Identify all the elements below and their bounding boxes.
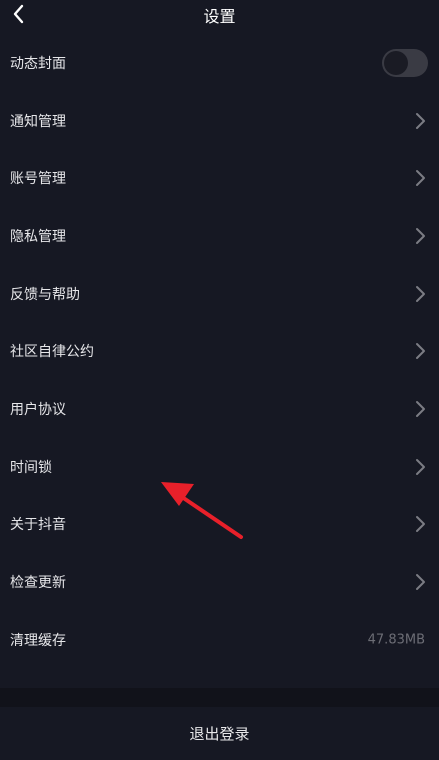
- logout-button[interactable]: 退出登录: [0, 707, 439, 760]
- setting-clear-cache[interactable]: 清理缓存 47.83MB: [0, 611, 439, 669]
- page-title: 设置: [203, 7, 236, 26]
- section-divider: [0, 688, 439, 707]
- setting-label: 社区自律公约: [10, 344, 94, 361]
- setting-label: 隐私管理: [10, 228, 66, 245]
- dynamic-cover-toggle[interactable]: [382, 48, 428, 77]
- setting-user-agreement[interactable]: 用户协议: [0, 380, 439, 438]
- setting-notification-management[interactable]: 通知管理: [0, 92, 439, 150]
- setting-time-lock[interactable]: 时间锁: [0, 438, 439, 496]
- chevron-right-icon: [416, 458, 425, 475]
- chevron-right-icon: [416, 285, 425, 302]
- toggle-knob: [384, 50, 408, 75]
- chevron-right-icon: [416, 227, 425, 244]
- setting-account-management[interactable]: 账号管理: [0, 149, 439, 207]
- setting-label: 反馈与帮助: [10, 286, 80, 303]
- setting-feedback-help[interactable]: 反馈与帮助: [0, 265, 439, 323]
- setting-check-update[interactable]: 检查更新: [0, 553, 439, 611]
- setting-label: 检查更新: [10, 575, 66, 592]
- chevron-right-icon: [416, 574, 425, 591]
- settings-list: 动态封面 通知管理 账号管理 隐私管理 反馈与帮助 社区自律公约 用户协议 时间…: [0, 34, 439, 669]
- setting-label: 清理缓存: [10, 632, 66, 649]
- chevron-right-icon: [416, 112, 425, 129]
- setting-about[interactable]: 关于抖音: [0, 496, 439, 554]
- cache-size-value: 47.83MB: [367, 632, 425, 648]
- chevron-right-icon: [416, 516, 425, 533]
- header-bar: 设置: [0, 0, 439, 30]
- setting-label: 时间锁: [10, 459, 52, 476]
- setting-label: 通知管理: [10, 113, 66, 130]
- chevron-right-icon: [416, 400, 425, 417]
- setting-privacy-management[interactable]: 隐私管理: [0, 207, 439, 265]
- setting-dynamic-cover: 动态封面: [0, 34, 439, 92]
- chevron-right-icon: [416, 170, 425, 187]
- setting-label: 动态封面: [10, 55, 66, 72]
- chevron-right-icon: [416, 343, 425, 360]
- setting-community-guidelines[interactable]: 社区自律公约: [0, 322, 439, 380]
- setting-label: 关于抖音: [10, 517, 66, 534]
- setting-label: 用户协议: [10, 401, 66, 418]
- setting-label: 账号管理: [10, 171, 66, 188]
